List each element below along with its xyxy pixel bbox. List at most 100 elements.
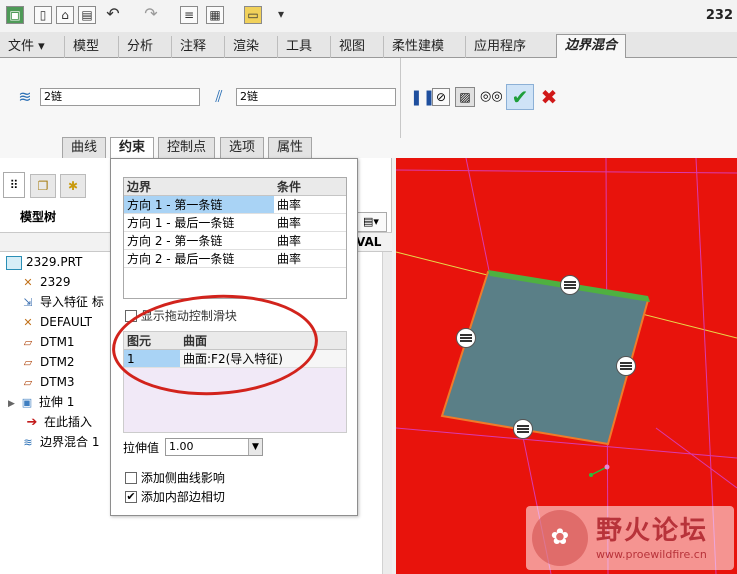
watermark-title: 野火论坛 <box>596 516 709 546</box>
watermark-url: www.proewildfire.cn <box>596 548 707 561</box>
boundary-cell[interactable]: 方向 1 - 第一条链 <box>124 195 274 214</box>
tab-file[interactable]: 文件 ▾ <box>0 36 53 58</box>
add-inner-edge-checkbox[interactable]: ✔ <box>125 490 137 503</box>
tree-item-dtm3[interactable]: ▱ DTM3 <box>20 372 75 392</box>
datum-plane-icon: ▱ <box>23 335 33 349</box>
tree-item-csys-2329[interactable]: ✕ 2329 <box>20 272 70 292</box>
close-window-icon[interactable]: ▭ <box>244 6 262 24</box>
table-row[interactable]: 方向 1 - 最后一条链 曲率 <box>124 213 346 232</box>
model-tree-header: 模型树 <box>20 210 57 224</box>
table-row[interactable]: 方向 2 - 最后一条链 曲率 <box>124 249 346 268</box>
tree-item-label: 导入特征 标 <box>40 295 104 309</box>
redo-icon[interactable]: ↷ <box>142 6 160 24</box>
tab-tools[interactable]: 工具 <box>277 36 320 58</box>
app-icon[interactable]: ▣ <box>6 6 24 24</box>
favorites-tab-icon[interactable]: ✱ <box>60 174 86 198</box>
tab-view[interactable]: 视图 <box>330 36 373 58</box>
datum-plane-icon: ▱ <box>23 375 33 389</box>
tree-item-part[interactable]: 2329.PRT <box>6 252 82 272</box>
stretch-value: 1.00 <box>169 440 194 453</box>
watermark: ✿ 野火论坛 www.proewildfire.cn <box>526 506 734 570</box>
add-side-curve-checkbox[interactable] <box>125 471 137 484</box>
subtab-constraints[interactable]: 约束 <box>110 137 155 159</box>
boundary-cell[interactable]: 方向 2 - 最后一条链 <box>124 249 274 268</box>
tree-item-dtm1[interactable]: ▱ DTM1 <box>20 332 75 352</box>
watermark-logo-icon: ✿ <box>532 510 588 566</box>
tree-item-boundary-blend[interactable]: ≋ 边界混合 1 <box>20 432 99 452</box>
subtab-properties[interactable]: 属性 <box>268 137 313 158</box>
tree-item-insert-here[interactable]: ➔ 在此插入 <box>24 412 92 432</box>
insert-arrow-icon: ➔ <box>26 414 38 430</box>
drag-handle[interactable] <box>616 356 636 376</box>
datum-plane-icon: ▱ <box>23 355 33 369</box>
boundary-cell[interactable]: 方向 2 - 第一条链 <box>124 231 274 250</box>
stretch-value-field[interactable]: 1.00 ▼ <box>165 438 263 456</box>
add-side-curve-row[interactable]: 添加侧曲线影响 <box>125 469 225 486</box>
drag-handle[interactable] <box>456 328 476 348</box>
subtab-curves[interactable]: 曲线 <box>62 137 107 158</box>
model-tree-tab-icon[interactable]: ⠿ <box>3 172 25 198</box>
preview-geometry-icon[interactable]: ▨ <box>455 87 475 107</box>
accept-check-icon[interactable]: ✔ <box>506 84 534 110</box>
open-folder-icon[interactable]: ⌂ <box>56 6 74 24</box>
tree-item-label: 在此插入 <box>44 415 93 429</box>
tree-item-label: 2329.PRT <box>26 255 83 269</box>
drag-handle[interactable] <box>560 275 580 295</box>
expand-arrow-icon[interactable]: ▶ <box>8 399 15 409</box>
pause-icon[interactable]: ❚❚ <box>410 88 435 106</box>
condition-column-header: 条件 <box>274 178 346 196</box>
tree-item-extrude[interactable]: ▶ ▣ 拉伸 1 <box>8 392 74 412</box>
save-icon[interactable]: ▤ <box>78 6 96 24</box>
quick-access-toolbar: ▣ ▯ ⌂ ▤ ↶ ↷ ≡ ▦ ▭ ▾ 232 <box>0 0 737 32</box>
first-direction-icon[interactable]: ≋ <box>14 87 36 107</box>
tree-item-label: DEFAULT <box>40 315 92 329</box>
condition-cell[interactable]: 曲率 <box>274 195 346 214</box>
verify-mode-icon[interactable]: ◎◎ <box>480 88 503 106</box>
tab-boundary-blend[interactable]: 边界混合 <box>556 34 627 59</box>
stretch-label: 拉伸值 <box>123 441 160 455</box>
first-direction-chain-field[interactable]: 2链 <box>40 88 200 106</box>
table-row[interactable]: 方向 2 - 第一条链 曲率 <box>124 231 346 250</box>
column-value-header: VAL <box>356 235 382 249</box>
table-row[interactable]: 方向 1 - 第一条链 曲率 <box>124 195 346 214</box>
tab-flexible-modeling[interactable]: 柔性建模 <box>383 36 452 58</box>
add-side-curve-label: 添加侧曲线影响 <box>140 471 225 485</box>
boundary-cell[interactable]: 方向 1 - 最后一条链 <box>124 213 274 232</box>
boundary-column-header: 边界 <box>124 178 274 196</box>
subtab-control-points[interactable]: 控制点 <box>158 137 216 158</box>
new-file-icon[interactable]: ▯ <box>34 6 52 24</box>
second-direction-chain-field[interactable]: 2链 <box>236 88 396 106</box>
window-icon[interactable]: ▦ <box>206 6 224 24</box>
condition-cell[interactable]: 曲率 <box>274 249 346 268</box>
condition-cell[interactable]: 曲率 <box>274 213 346 232</box>
ribbon-tab-bar: 文件 ▾ 模型 分析 注释 渲染 工具 视图 柔性建模 应用程序 边界混合 <box>0 32 737 59</box>
tree-item-label: DTM2 <box>40 355 75 369</box>
add-inner-edge-row[interactable]: ✔ 添加内部边相切 <box>125 488 225 505</box>
condition-cell[interactable]: 曲率 <box>274 231 346 250</box>
tab-applications[interactable]: 应用程序 <box>465 36 534 58</box>
drag-handle[interactable] <box>513 419 533 439</box>
boundary-blend-icon: ≋ <box>23 435 33 449</box>
tree-item-label: DTM1 <box>40 335 75 349</box>
tree-item-import-feature[interactable]: ⇲ 导入特征 标 <box>20 292 104 312</box>
folder-browser-tab-icon[interactable]: ❐ <box>30 174 56 198</box>
divider <box>400 58 401 138</box>
settings-icon[interactable]: ▤▾ <box>355 212 387 232</box>
extrude-icon: ▣ <box>21 395 33 409</box>
subtab-options[interactable]: 选项 <box>220 137 265 158</box>
csys-icon: ✕ <box>23 315 33 329</box>
tab-model[interactable]: 模型 <box>64 36 107 58</box>
tab-annotate[interactable]: 注释 <box>171 36 214 58</box>
tree-scrollbar[interactable] <box>382 252 392 574</box>
undo-icon[interactable]: ↶ <box>104 6 122 24</box>
customize-toolbar-icon[interactable]: ▾ <box>272 6 290 24</box>
second-direction-icon[interactable]: ⫽ <box>208 87 230 107</box>
tree-item-default-csys[interactable]: ✕ DEFAULT <box>20 312 92 332</box>
no-preview-icon[interactable]: ⊘ <box>432 88 450 106</box>
cancel-x-icon[interactable]: ✖ <box>538 86 560 108</box>
tab-render[interactable]: 渲染 <box>224 36 267 58</box>
chevron-down-icon[interactable]: ▼ <box>248 439 262 455</box>
regenerate-icon[interactable]: ≡ <box>180 6 198 24</box>
tree-item-dtm2[interactable]: ▱ DTM2 <box>20 352 75 372</box>
tab-analysis[interactable]: 分析 <box>118 36 161 58</box>
